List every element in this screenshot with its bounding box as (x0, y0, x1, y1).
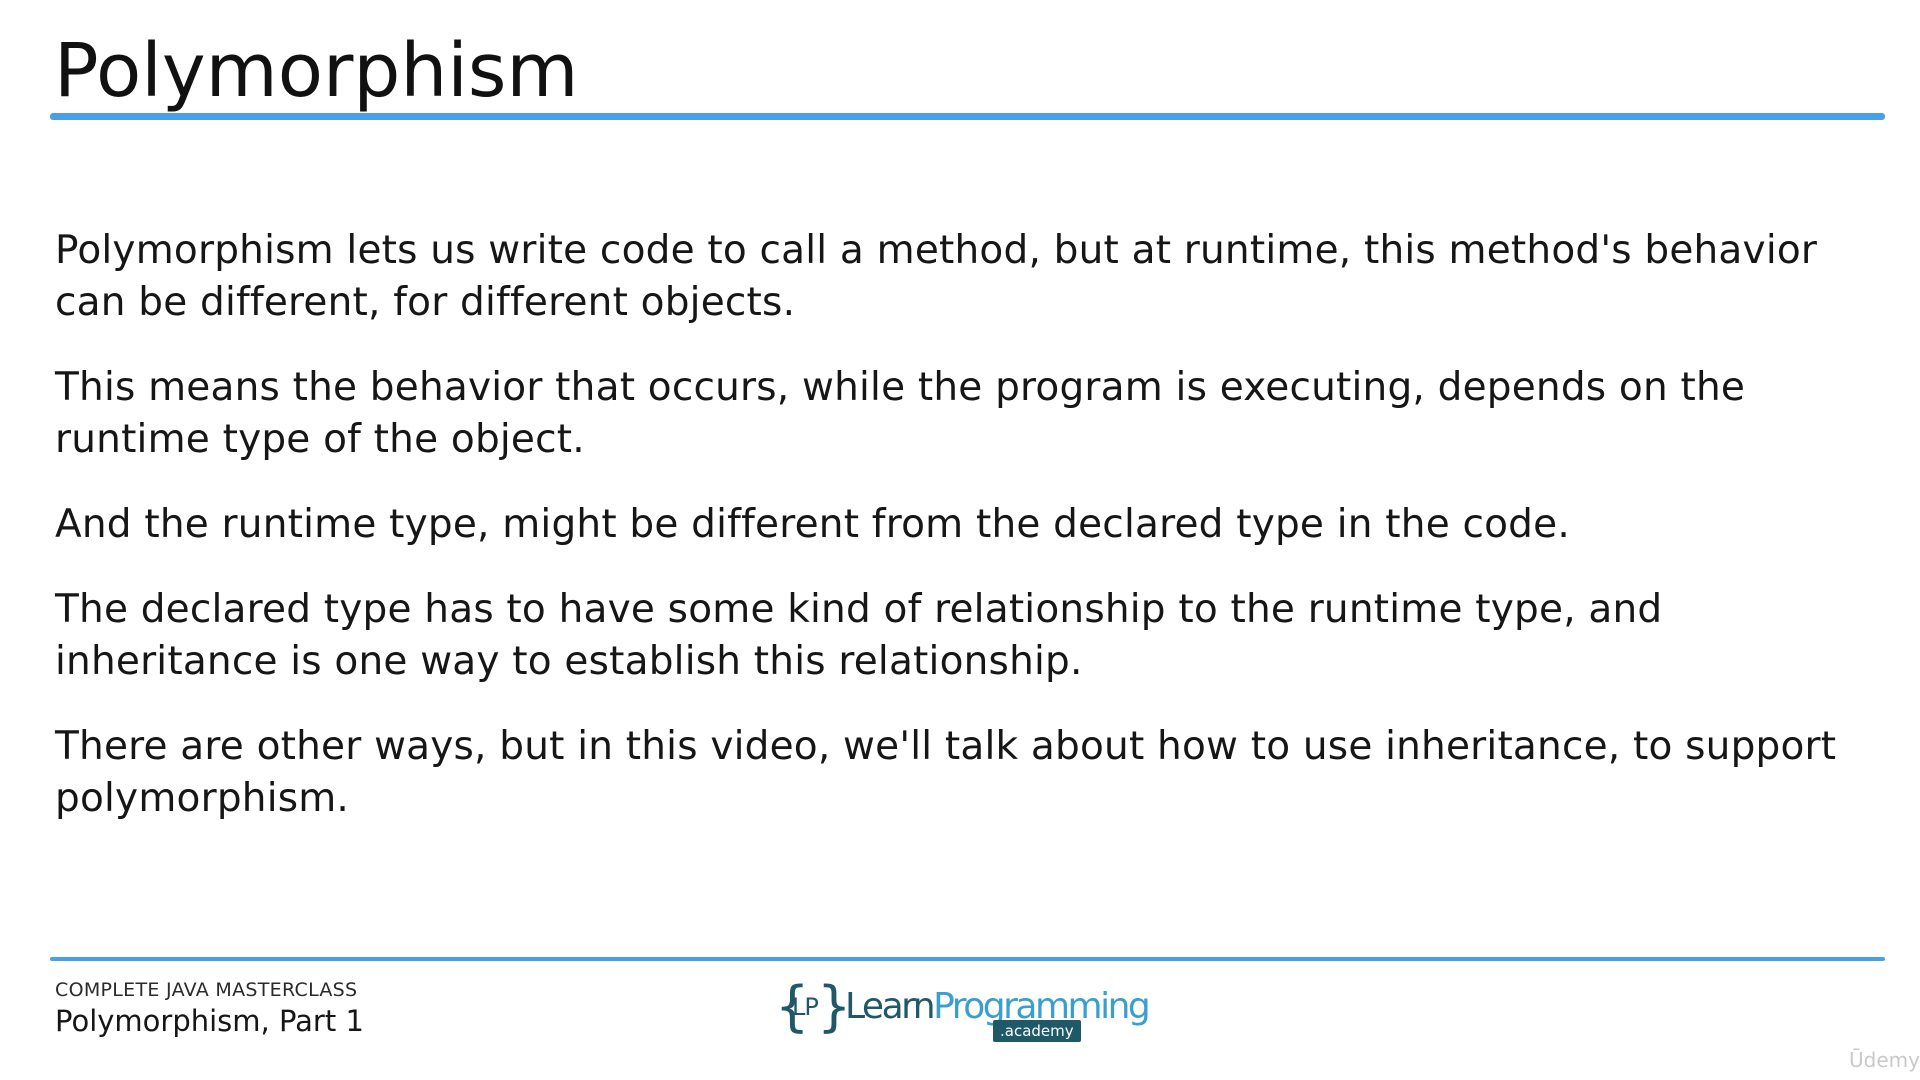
paragraph-5: There are other ways, but in this video,… (55, 724, 1837, 821)
learnprogramming-logo: { LP } LearnProgramming .academy (775, 975, 1151, 1047)
paragraph-1: Polymorphism lets us write code to call … (55, 228, 1818, 325)
paragraph-3: And the runtime type, might be different… (55, 502, 1570, 547)
paragraph-2: This means the behavior that occurs, whi… (55, 365, 1746, 462)
paragraph-4: The declared type has to have some kind … (55, 587, 1663, 684)
footer-lesson-name: Polymorphism, Part 1 (55, 1004, 364, 1038)
logo-name-learn: Learn (845, 986, 936, 1027)
footer-divider (50, 957, 1885, 961)
udemy-watermark: Ūdemy (1849, 1048, 1920, 1072)
logo-academy-badge: .academy (993, 1020, 1081, 1042)
logo-initials: LP (792, 993, 819, 1021)
footer-course-name: COMPLETE JAVA MASTERCLASS (55, 979, 358, 1001)
title-underline (50, 113, 1885, 120)
slide-title: Polymorphism (54, 28, 579, 114)
slide-content: Polymorphism lets us write code to call … (55, 225, 1875, 858)
